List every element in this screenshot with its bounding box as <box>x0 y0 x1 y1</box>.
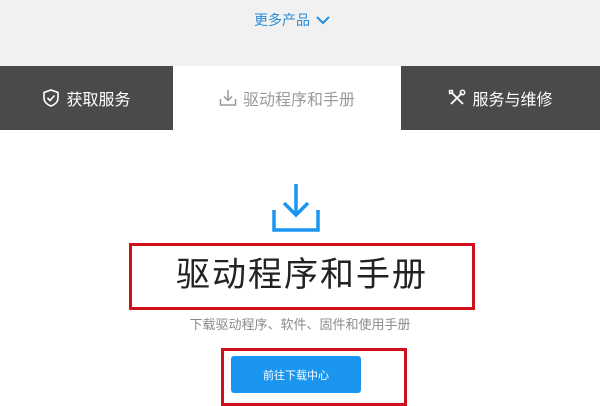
tab-drivers-manuals[interactable]: 驱动程序和手册 <box>173 66 401 130</box>
more-products-label: 更多产品 <box>254 13 310 29</box>
shield-check-icon <box>42 89 60 107</box>
download-icon <box>271 182 321 238</box>
button-highlight-box <box>221 348 407 406</box>
more-products-link[interactable]: 更多产品 <box>0 10 584 30</box>
tab-drivers-manuals-label: 驱动程序和手册 <box>242 90 355 109</box>
top-bar: 更多产品 <box>0 0 600 66</box>
chevron-down-icon <box>316 15 330 25</box>
tab-service-repair[interactable]: 服务与维修 <box>401 66 600 130</box>
tab-bar: 获取服务 驱动程序和手册 服务与维修 <box>0 66 600 130</box>
tools-icon <box>448 89 466 107</box>
download-icon <box>219 89 237 107</box>
tab-get-service-label: 获取服务 <box>66 90 131 109</box>
tab-service-repair-label: 服务与维修 <box>472 90 553 109</box>
tab-get-service[interactable]: 获取服务 <box>0 66 173 130</box>
page-subtitle: 下载驱动程序、软件、固件和使用手册 <box>189 318 411 333</box>
title-highlight-box <box>129 243 475 310</box>
